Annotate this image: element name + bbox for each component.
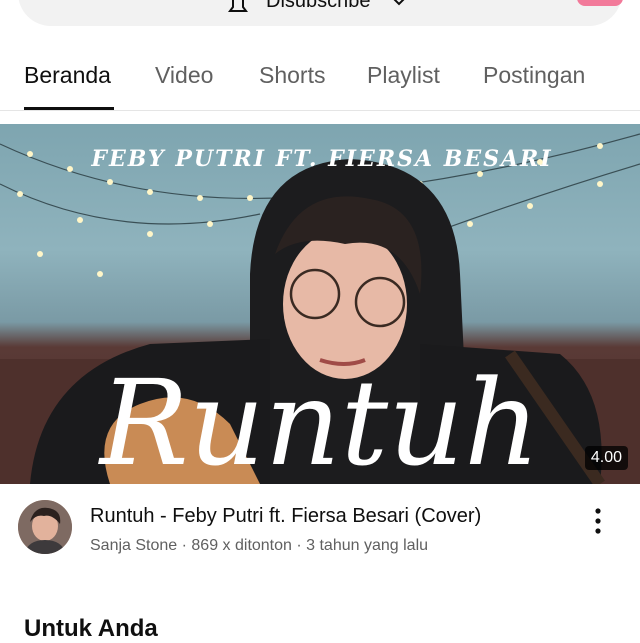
tab-shorts[interactable]: Shorts (259, 62, 325, 89)
thumbnail-title-text: Runtuh (98, 354, 540, 484)
tab-video[interactable]: Video (155, 62, 213, 89)
more-vert-icon[interactable] (586, 506, 610, 536)
channel-avatar[interactable] (18, 500, 72, 554)
active-tab-indicator (24, 107, 114, 110)
subscribe-button[interactable]: Disubscribe (224, 0, 406, 13)
channel-tabs: Beranda Video Shorts Playlist Postingan (0, 52, 640, 111)
avatar-image (18, 500, 72, 554)
subscribe-label: Disubscribe (266, 0, 371, 12)
video-title[interactable]: Runtuh - Feby Putri ft. Fiersa Besari (C… (90, 505, 481, 528)
chevron-down-icon[interactable] (392, 0, 406, 7)
tab-beranda[interactable]: Beranda (24, 62, 111, 89)
video-meta: Sanja Stone · 869 x ditonton · 3 tahun y… (90, 537, 429, 554)
video-thumbnail[interactable]: FEBY PUTRI FT. FIERSA BESARI Runtuh 4.00 (0, 124, 640, 484)
duration-badge: 4.00 (584, 446, 628, 470)
tab-playlist[interactable]: Playlist (367, 62, 440, 89)
thumbnail-subtitle-text: FEBY PUTRI FT. FIERSA BESARI (90, 146, 552, 172)
tab-postingan[interactable]: Postingan (483, 62, 585, 89)
bell-icon (228, 0, 248, 12)
thumbnail-art: FEBY PUTRI FT. FIERSA BESARI Runtuh (0, 133, 640, 484)
notification-toggle[interactable] (577, 0, 623, 6)
